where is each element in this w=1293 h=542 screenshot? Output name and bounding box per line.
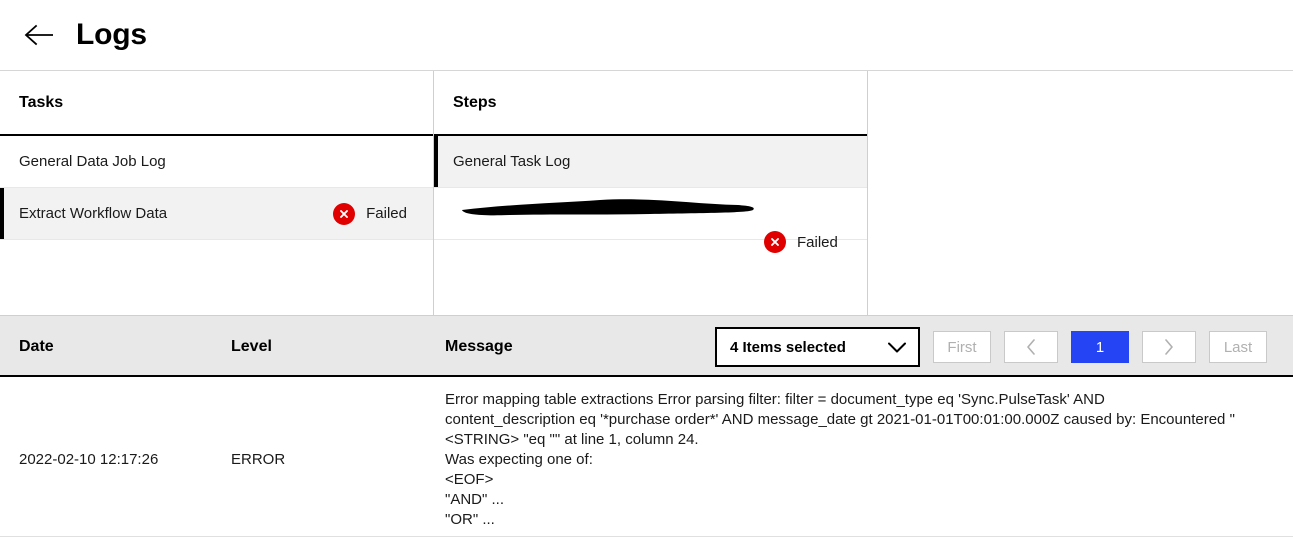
steps-panel-heading: Steps — [434, 71, 867, 136]
steps-panel: Steps General Task Log Failed — [434, 71, 868, 315]
status-badge: Failed — [333, 202, 407, 225]
tasks-panel: Tasks General Data Job Log Extract Workf… — [0, 71, 434, 315]
error-circle-x-icon — [333, 202, 356, 225]
column-header-date: Date — [19, 338, 54, 355]
page-header: Logs — [0, 0, 1293, 71]
log-table-row[interactable]: 2022-02-10 12:17:26 ERROR Error mapping … — [0, 377, 1293, 537]
status-badge: Failed — [764, 231, 838, 253]
steps-list: General Task Log Failed — [434, 136, 867, 253]
error-circle-x-icon — [764, 231, 786, 253]
redaction-mark — [462, 199, 754, 216]
pagination-last-button[interactable]: Last — [1209, 331, 1267, 363]
pagination-next-button[interactable] — [1142, 331, 1196, 363]
log-cell-date: 2022-02-10 12:17:26 — [19, 451, 159, 468]
items-selected-dropdown[interactable]: 4 Items selected — [715, 327, 920, 367]
items-selected-label: 4 Items selected — [730, 338, 846, 356]
column-header-message: Message — [445, 338, 513, 355]
step-row-redacted[interactable]: Failed — [434, 188, 867, 253]
chevron-left-icon — [1026, 339, 1036, 355]
tasks-list: General Data Job Log Extract Workflow Da… — [0, 136, 433, 240]
page-title: Logs — [76, 18, 147, 51]
task-row-extract-workflow-data[interactable]: Extract Workflow Data Failed — [0, 188, 433, 240]
status-label: Failed — [797, 233, 838, 251]
empty-detail-panel — [868, 71, 1293, 315]
log-table-header: Date Level Message 4 Items selected Firs… — [0, 315, 1293, 377]
chevron-right-icon — [1164, 339, 1174, 355]
status-label: Failed — [366, 205, 407, 222]
tasks-panel-heading: Tasks — [0, 71, 433, 136]
pagination-first-button[interactable]: First — [933, 331, 991, 363]
task-row-general-data-job-log[interactable]: General Data Job Log — [0, 136, 433, 188]
task-row-label: General Data Job Log — [19, 153, 166, 170]
column-header-level: Level — [231, 338, 272, 355]
log-cell-message: Error mapping table extractions Error pa… — [445, 391, 1235, 528]
back-arrow-icon[interactable] — [22, 18, 56, 52]
step-row-general-task-log[interactable]: General Task Log — [434, 136, 867, 188]
chevron-down-icon — [888, 342, 906, 353]
step-row-label: General Task Log — [453, 153, 571, 170]
task-row-label: Extract Workflow Data — [19, 205, 168, 222]
pagination-controls: 4 Items selected First 1 Last — [715, 316, 1267, 378]
pagination-page-1-button[interactable]: 1 — [1071, 331, 1129, 363]
panels-region: Tasks General Data Job Log Extract Workf… — [0, 71, 1293, 315]
log-cell-level: ERROR — [231, 451, 286, 468]
pagination-prev-button[interactable] — [1004, 331, 1058, 363]
logs-page: Logs Tasks General Data Job Log Extract … — [0, 0, 1293, 542]
